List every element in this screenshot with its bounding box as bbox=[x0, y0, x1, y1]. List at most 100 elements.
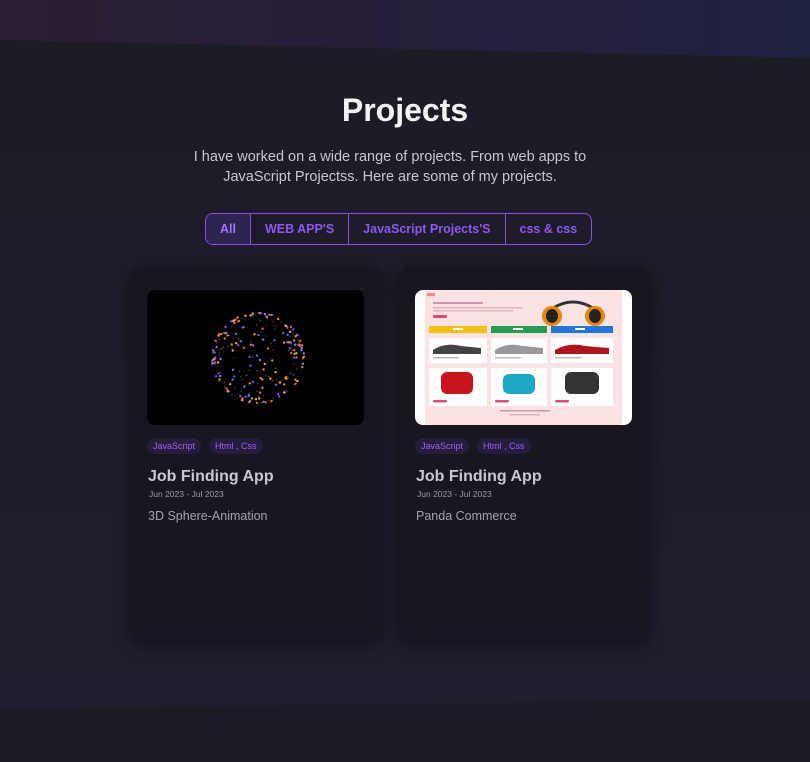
sphere-dot bbox=[249, 399, 252, 403]
sphere-dot bbox=[213, 351, 216, 354]
sphere-dot bbox=[286, 391, 289, 393]
sphere-dot bbox=[294, 334, 297, 338]
project-thumbnail-sphere[interactable] bbox=[147, 290, 364, 425]
sphere-dot bbox=[285, 392, 287, 395]
project-thumbnail-ecommerce[interactable] bbox=[415, 290, 632, 425]
sphere-dot bbox=[215, 342, 218, 344]
sphere-dot bbox=[287, 349, 290, 351]
sphere-dot bbox=[230, 343, 233, 346]
sphere-dot bbox=[227, 348, 229, 350]
sphere-dot bbox=[259, 319, 262, 322]
sphere-dot bbox=[273, 339, 276, 342]
sphere-dot bbox=[261, 386, 264, 389]
sphere-dot bbox=[212, 350, 214, 352]
sphere-dot bbox=[292, 356, 296, 359]
filter-tab-css[interactable]: css & css bbox=[504, 214, 592, 244]
sphere-dot bbox=[254, 313, 256, 315]
sphere-dot bbox=[272, 397, 275, 400]
project-tags: JavaScript Html , Css bbox=[415, 438, 531, 454]
tag-javascript: JavaScript bbox=[147, 438, 202, 454]
sphere-dot bbox=[243, 385, 246, 388]
sphere-dot bbox=[280, 321, 282, 324]
sphere-dot bbox=[280, 379, 282, 382]
sphere-dot bbox=[239, 394, 242, 398]
footer-band bbox=[0, 700, 810, 762]
sphere-dot bbox=[234, 387, 236, 389]
sphere-dot bbox=[242, 326, 245, 329]
sphere-dot bbox=[258, 358, 262, 362]
project-title: Job Finding App bbox=[416, 468, 542, 485]
sphere-dot bbox=[233, 357, 235, 359]
sphere-dot bbox=[218, 354, 220, 356]
sphere-dot bbox=[238, 370, 241, 372]
sphere-dot bbox=[214, 375, 218, 378]
sphere-dot bbox=[301, 362, 304, 365]
sphere-dot bbox=[265, 374, 267, 377]
filter-tab-web-apps[interactable]: WEB APP'S bbox=[249, 214, 348, 244]
project-card[interactable]: JavaScript Html , Css Job Finding App Ju… bbox=[399, 266, 649, 639]
sphere-dot bbox=[234, 323, 236, 325]
sphere-dot bbox=[275, 325, 277, 327]
sphere-dot bbox=[226, 334, 229, 337]
sphere-dot bbox=[270, 399, 273, 403]
sphere-dot bbox=[218, 338, 220, 341]
sphere-dot bbox=[298, 343, 301, 346]
sphere-dot bbox=[240, 390, 243, 392]
sphere-dot bbox=[267, 376, 270, 378]
sphere-dot bbox=[290, 351, 293, 355]
sphere-dot bbox=[230, 320, 233, 323]
project-title: Job Finding App bbox=[148, 468, 274, 485]
sphere-dot bbox=[241, 378, 243, 381]
section-description: I have worked on a wide range of project… bbox=[193, 149, 587, 185]
sphere-dot bbox=[286, 333, 289, 337]
sphere-dot bbox=[262, 401, 265, 403]
sphere-dot bbox=[248, 382, 251, 385]
sphere-dot bbox=[295, 352, 298, 355]
sphere-dot bbox=[250, 341, 252, 343]
project-card[interactable]: JavaScript Html , Css Job Finding App Ju… bbox=[131, 266, 381, 639]
sphere-dot bbox=[239, 376, 242, 378]
sphere-dot bbox=[242, 346, 245, 349]
tag-html-css: Html , Css bbox=[477, 438, 531, 454]
sphere-dot bbox=[217, 337, 219, 339]
sphere-dot bbox=[255, 324, 258, 326]
filter-tab-javascript-projects[interactable]: JavaScript Projects'S bbox=[348, 214, 504, 244]
sphere-dot bbox=[215, 345, 218, 349]
sphere-dot bbox=[286, 341, 289, 344]
sphere-dot bbox=[275, 379, 278, 381]
sphere-dot bbox=[263, 312, 267, 316]
sphere-dot bbox=[269, 377, 272, 380]
sphere-dot bbox=[272, 379, 274, 382]
sphere-dot bbox=[231, 347, 233, 349]
sphere-dot bbox=[211, 352, 213, 354]
sphere-dot bbox=[290, 372, 293, 375]
sphere-dot bbox=[236, 397, 238, 399]
sphere-dot bbox=[223, 387, 226, 389]
sphere-dot bbox=[259, 371, 262, 373]
sphere-dot bbox=[296, 379, 299, 383]
sphere-dot bbox=[224, 385, 226, 388]
sphere-dot bbox=[293, 373, 295, 375]
sphere-dot bbox=[233, 375, 236, 378]
project-description: 3D Sphere-Animation bbox=[148, 509, 268, 523]
sphere-dot bbox=[258, 391, 262, 394]
sphere-dot bbox=[248, 355, 251, 359]
sphere-dot bbox=[288, 330, 292, 334]
tag-javascript: JavaScript bbox=[415, 438, 470, 454]
sphere-dot bbox=[259, 376, 262, 380]
sphere-dot bbox=[243, 319, 246, 321]
sphere-dot bbox=[270, 343, 272, 345]
sphere-dot bbox=[285, 375, 288, 378]
sphere-dot bbox=[257, 395, 260, 397]
sphere-dot bbox=[271, 320, 274, 323]
sphere-dot bbox=[232, 319, 236, 322]
sphere-dot bbox=[223, 337, 226, 340]
sphere-dot bbox=[216, 361, 220, 364]
sphere-dot bbox=[274, 367, 277, 369]
sphere-dot bbox=[237, 337, 240, 339]
filter-tab-all[interactable]: All bbox=[206, 214, 250, 244]
sphere-dot bbox=[262, 368, 265, 371]
sphere-dot bbox=[265, 324, 267, 326]
sphere-dot bbox=[249, 343, 252, 346]
sphere-dot bbox=[292, 328, 295, 331]
